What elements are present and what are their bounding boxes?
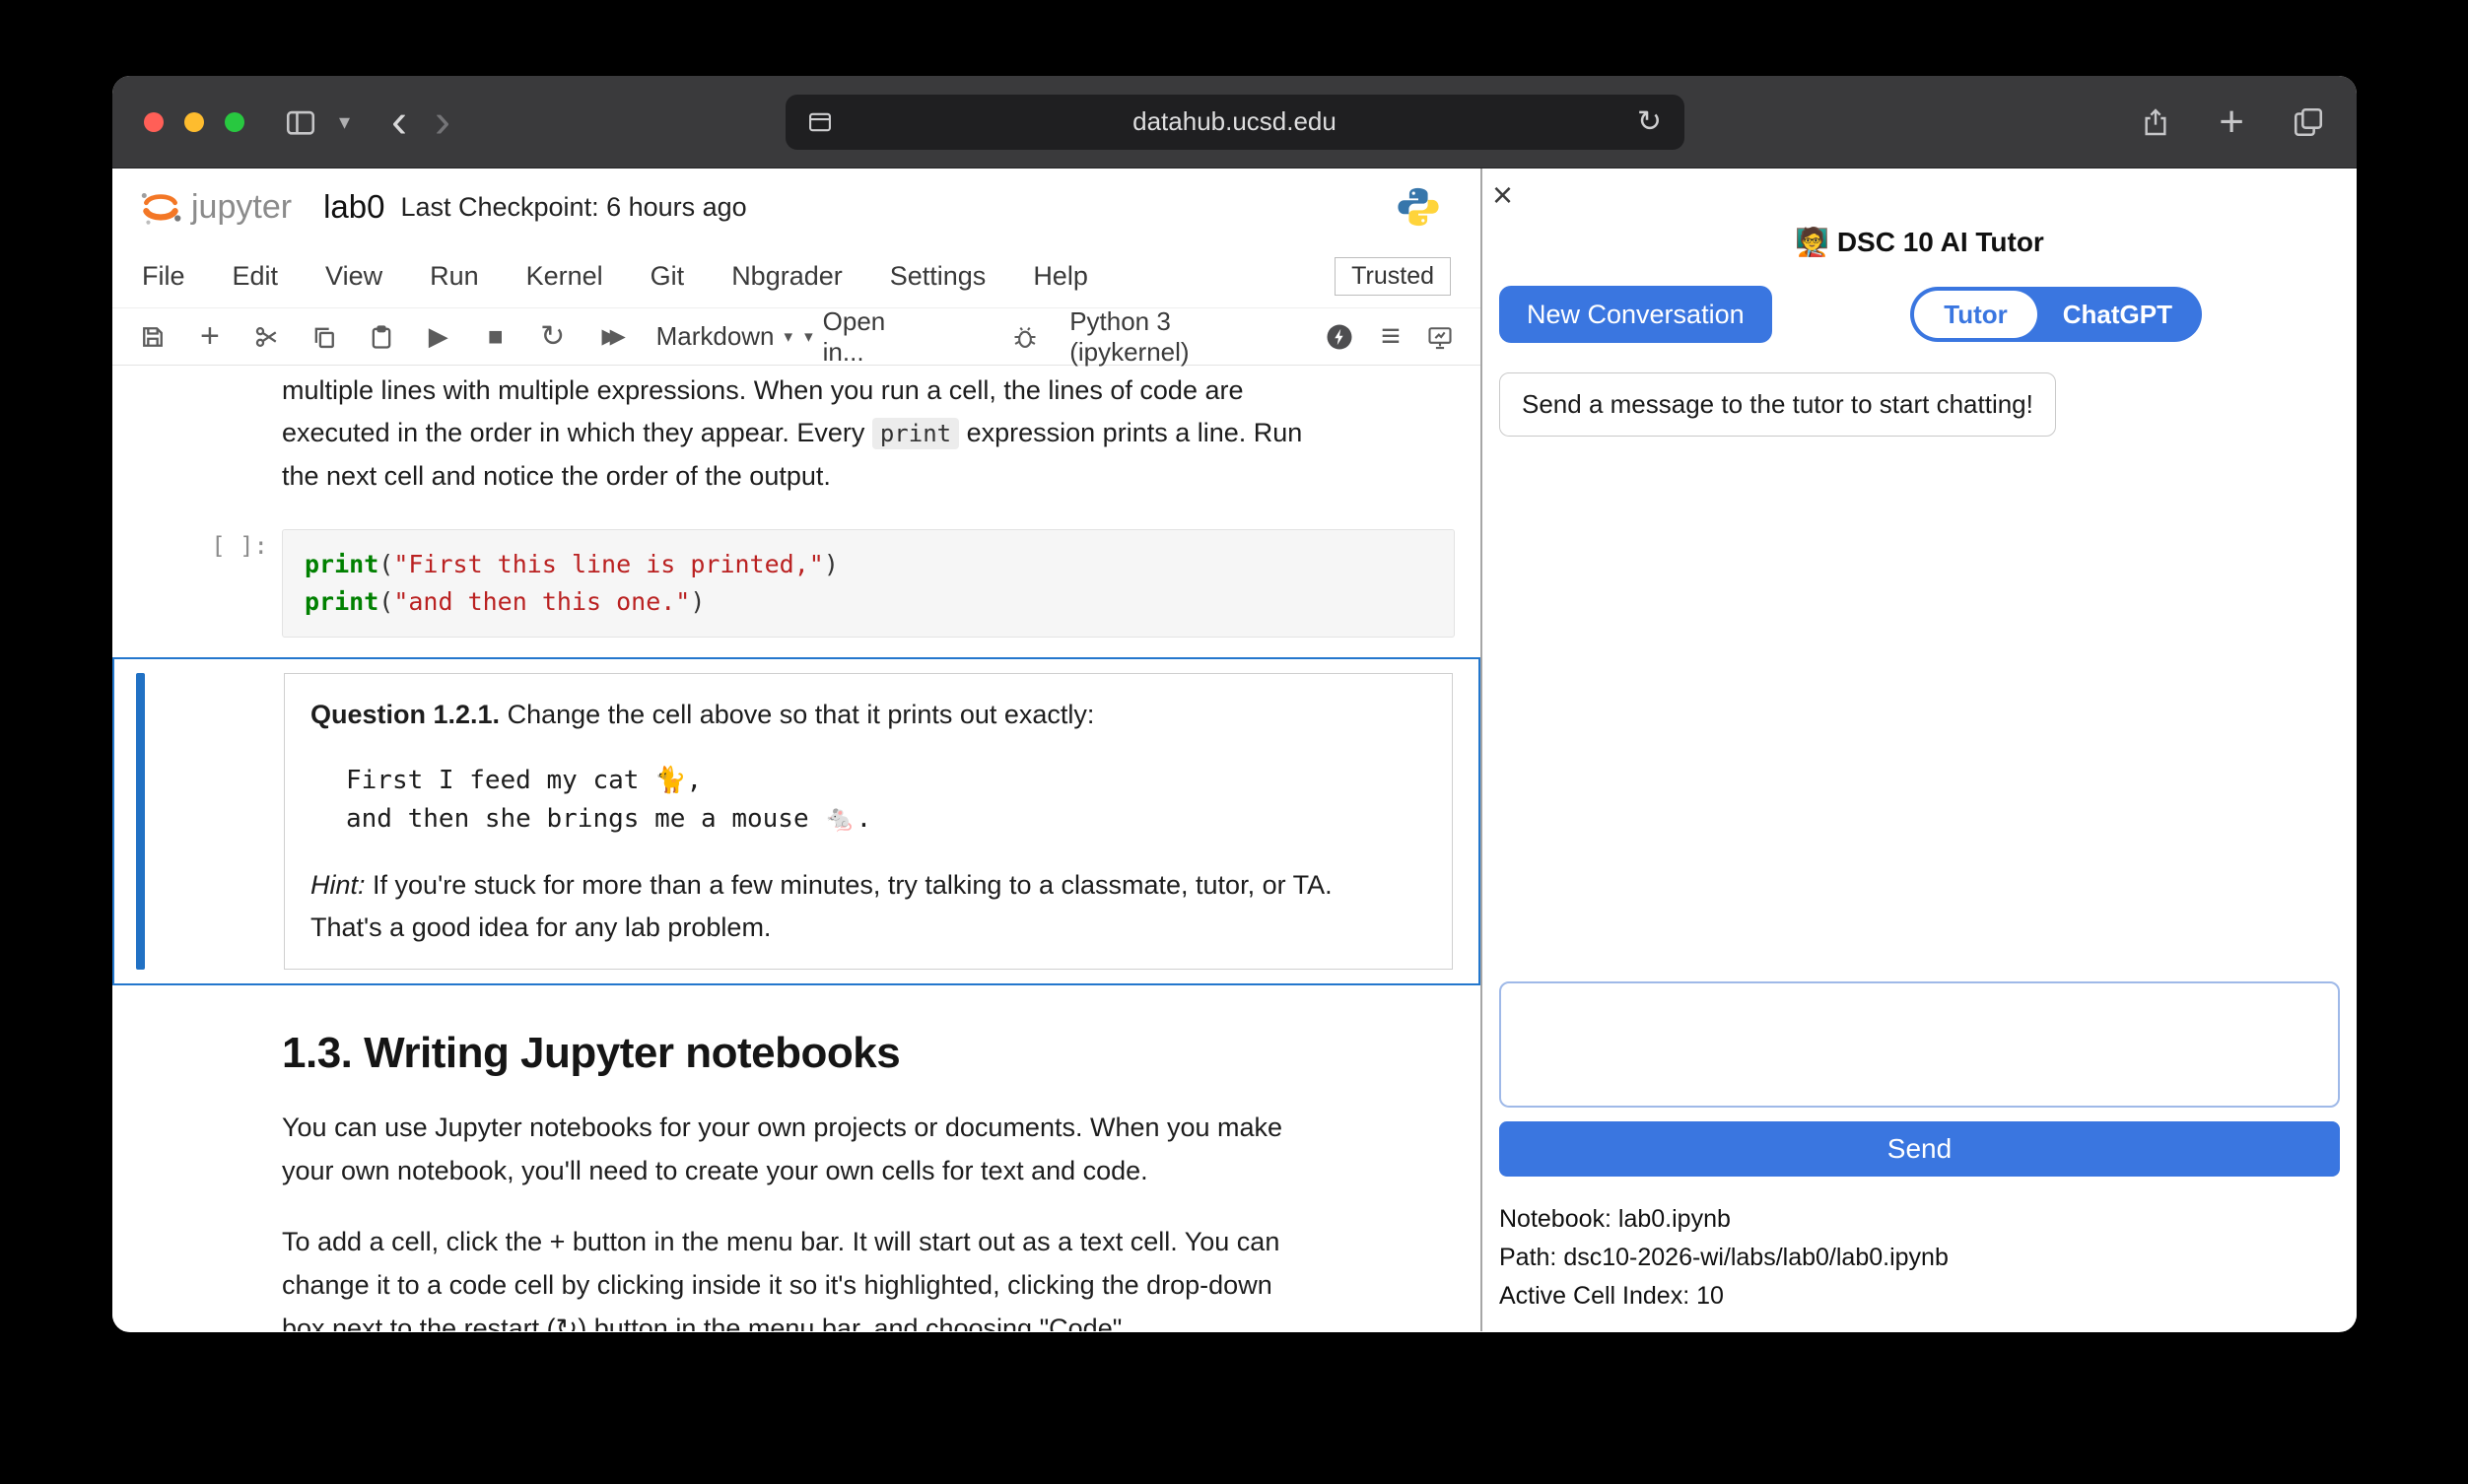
table-of-contents-icon[interactable]: ≡ — [1374, 320, 1407, 354]
notebook-header: jupyter lab0 Last Checkpoint: 6 hours ag… — [112, 169, 1480, 245]
cell-type-dropdown[interactable]: Markdown ▾ — [656, 321, 792, 352]
checkpoint-status: Last Checkpoint: 6 hours ago — [400, 192, 746, 223]
menu-help[interactable]: Help — [1033, 261, 1088, 292]
menu-view[interactable]: View — [325, 261, 382, 292]
tab-chatgpt[interactable]: ChatGPT — [2037, 300, 2198, 330]
section-heading: 1.3. Writing Jupyter notebooks — [282, 1029, 1455, 1078]
markdown-cell-question-selected[interactable]: Question 1.2.1. Change the cell above so… — [112, 657, 1480, 985]
jupyter-logo-icon — [138, 184, 183, 230]
tab-tutor[interactable]: Tutor — [1914, 291, 2037, 338]
question-hint: Hint: If you're stuck for more than a fe… — [310, 864, 1426, 949]
mode-segmented-control: Tutor ChatGPT — [1910, 287, 2202, 342]
traffic-lights — [144, 112, 244, 132]
cell-type-value: Markdown — [656, 321, 775, 352]
chat-history-area — [1499, 437, 2340, 981]
menu-file[interactable]: File — [142, 261, 185, 292]
page-settings-icon[interactable] — [786, 108, 855, 136]
sidebar-toggle-icon[interactable] — [284, 105, 317, 139]
zoom-window-button[interactable] — [225, 112, 244, 132]
notebook-menubar: File Edit View Run Kernel Git Nbgrader S… — [112, 245, 1480, 308]
question-text: Question 1.2.1. Change the cell above so… — [310, 694, 1426, 736]
tutor-controls: New Conversation Tutor ChatGPT — [1499, 286, 2340, 343]
intro-line-3: the next cell and notice the order of th… — [282, 455, 1455, 498]
menu-edit[interactable]: Edit — [233, 261, 279, 292]
code-cell[interactable]: [ ]: print("First this line is printed,"… — [112, 513, 1480, 638]
forward-button[interactable]: › — [421, 99, 464, 146]
question-code-block: First I feed my cat 🐈, and then she brin… — [346, 762, 1426, 839]
browser-toolbar: ▾ ‹ › datahub.ucsd.edu ↻ + — [112, 76, 2357, 169]
chevron-down-icon: ▾ — [785, 327, 793, 347]
open-in-dropdown[interactable]: ▾ Open in... — [804, 306, 933, 368]
cut-cell-icon[interactable] — [250, 320, 284, 354]
intro-line-1: multiple lines with multiple expressions… — [282, 370, 1455, 412]
copy-cell-icon[interactable] — [308, 320, 341, 354]
new-tab-button[interactable]: + — [2219, 101, 2244, 144]
chevron-down-icon: ▾ — [804, 327, 813, 347]
restart-kernel-icon[interactable]: ↻ — [536, 320, 570, 354]
back-button[interactable]: ‹ — [377, 99, 421, 146]
close-window-button[interactable] — [144, 112, 164, 132]
notebook-status: Notebook: lab0.ipynb — [1499, 1200, 2340, 1239]
kernel-status-icon — [1323, 320, 1356, 354]
code-line-1: print("First this line is printed,") — [305, 546, 1432, 583]
new-conversation-button[interactable]: New Conversation — [1499, 286, 1772, 343]
send-button[interactable]: Send — [1499, 1121, 2340, 1177]
section-paragraph-1: You can use Jupyter notebooks for your o… — [282, 1106, 1455, 1192]
ai-tutor-panel: × 🧑‍🏫 DSC 10 AI Tutor New Conversation T… — [1480, 169, 2357, 1331]
open-in-label: Open in... — [823, 306, 934, 368]
minimize-window-button[interactable] — [184, 112, 204, 132]
intro-line-2: executed in the order in which they appe… — [282, 412, 1455, 455]
section-paragraph-2: To add a cell, click the + button in the… — [282, 1220, 1455, 1331]
chat-input[interactable] — [1499, 981, 2340, 1108]
add-cell-icon[interactable]: + — [193, 320, 227, 354]
notebook-cells: multiple lines with multiple expressions… — [112, 366, 1480, 1331]
jupyter-logo[interactable]: jupyter — [138, 184, 292, 230]
menu-settings[interactable]: Settings — [890, 261, 987, 292]
save-icon[interactable] — [136, 320, 170, 354]
code-line-2: print("and then this one.") — [305, 583, 1432, 621]
trusted-badge[interactable]: Trusted — [1335, 257, 1451, 296]
run-cell-icon[interactable]: ▶ — [422, 320, 455, 354]
empty-chat-message: Send a message to the tutor to start cha… — [1499, 372, 2056, 437]
jupyter-logo-text: jupyter — [191, 188, 292, 227]
markdown-cell-section[interactable]: 1.3. Writing Jupyter notebooks You can u… — [112, 985, 1480, 1331]
menu-kernel[interactable]: Kernel — [526, 261, 603, 292]
url-text: datahub.ucsd.edu — [855, 106, 1615, 137]
share-icon[interactable] — [2140, 106, 2171, 138]
interrupt-kernel-icon[interactable]: ■ — [479, 320, 513, 354]
tutor-footer: Notebook: lab0.ipynb Path: dsc10-2026-wi… — [1499, 1200, 2340, 1315]
tab-overview-icon[interactable] — [2292, 105, 2325, 139]
address-bar[interactable]: datahub.ucsd.edu ↻ — [786, 95, 1684, 150]
presentation-icon[interactable] — [1423, 320, 1457, 354]
sidebar-caret-icon[interactable]: ▾ — [339, 109, 350, 135]
path-status: Path: dsc10-2026-wi/labs/lab0/lab0.ipynb — [1499, 1239, 2340, 1277]
code-editor[interactable]: print("First this line is printed,") pri… — [282, 529, 1455, 638]
menu-run[interactable]: Run — [430, 261, 479, 292]
python-logo-icon — [1396, 184, 1441, 230]
kernel-name[interactable]: Python 3 (ipykernel) — [1069, 306, 1297, 368]
inline-code-print: print — [872, 418, 959, 449]
reload-icon[interactable]: ↻ — [1637, 104, 1662, 139]
notebook-pane: jupyter lab0 Last Checkpoint: 6 hours ag… — [112, 169, 1480, 1331]
menu-nbgrader[interactable]: Nbgrader — [731, 261, 843, 292]
markdown-cell-intro[interactable]: multiple lines with multiple expressions… — [112, 370, 1480, 498]
cell-prompt: [ ]: — [112, 513, 282, 638]
menu-git[interactable]: Git — [651, 261, 685, 292]
close-panel-icon[interactable]: × — [1492, 174, 1513, 216]
debugger-icon[interactable] — [1008, 320, 1042, 354]
notebook-toolbar: + ▶ ■ ↻ ▶ — [112, 308, 1480, 366]
restart-run-all-icon[interactable]: ▶▶ — [593, 320, 627, 354]
paste-cell-icon[interactable] — [365, 320, 398, 354]
notebook-title[interactable]: lab0 — [323, 188, 384, 226]
browser-window: ▾ ‹ › datahub.ucsd.edu ↻ + — [112, 76, 2357, 1332]
tutor-title: 🧑‍🏫 DSC 10 AI Tutor — [1499, 226, 2340, 258]
active-cell-status: Active Cell Index: 10 — [1499, 1277, 2340, 1315]
